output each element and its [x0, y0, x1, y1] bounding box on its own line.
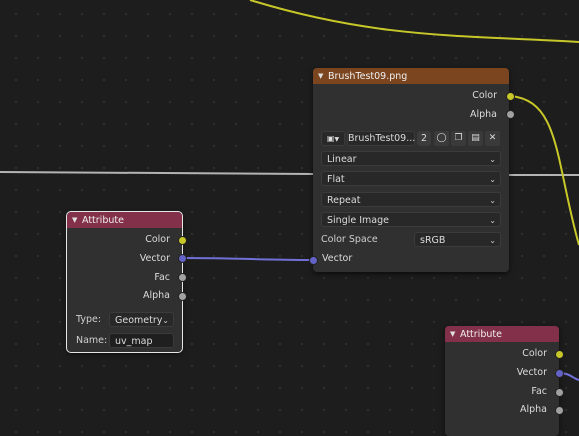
output-alpha-socket[interactable] — [555, 406, 564, 415]
image-browse-button[interactable]: ▣▼ — [321, 131, 345, 146]
output-alpha-socket[interactable] — [506, 110, 515, 119]
collapse-chevron-icon[interactable]: ▼ — [450, 330, 460, 338]
gray-link-left[interactable] — [0, 171, 314, 175]
color-space-dropdown[interactable]: sRGB ⌄ — [414, 232, 501, 247]
source-dropdown[interactable]: Single Image ⌄ — [321, 212, 501, 227]
chevron-down-icon: ⌄ — [489, 216, 496, 225]
source-value: Single Image — [327, 215, 389, 226]
output-color-label: Color — [472, 90, 497, 101]
output-color-label: Color — [145, 234, 170, 245]
node-title: Attribute — [460, 328, 502, 340]
attribute-node-left[interactable]: ▼ Attribute Color Vector Fac Alpha Type:… — [66, 211, 187, 353]
type-label: Type: — [76, 314, 102, 325]
input-vector-socket[interactable] — [309, 256, 318, 265]
color-space-value: sRGB — [420, 235, 446, 246]
output-vector-label: Vector — [139, 253, 170, 264]
extension-dropdown[interactable]: Repeat ⌄ — [321, 192, 501, 207]
output-fac-socket[interactable] — [178, 273, 187, 282]
node-title: Attribute — [82, 214, 124, 226]
chevron-down-icon: ⌄ — [162, 316, 169, 325]
collapse-chevron-icon[interactable]: ▼ — [72, 216, 82, 224]
vector-link-attr-to-texture[interactable] — [181, 257, 313, 261]
output-fac-label: Fac — [531, 386, 547, 397]
shader-link-top[interactable] — [249, 0, 579, 43]
output-vector-socket[interactable] — [555, 369, 564, 378]
output-color-socket[interactable] — [555, 350, 564, 359]
output-alpha-label: Alpha — [142, 290, 170, 301]
users-count[interactable]: 2 — [417, 131, 431, 146]
fake-user-shield-icon[interactable]: ◯ — [434, 131, 449, 146]
interpolation-dropdown[interactable]: Linear ⌄ — [321, 151, 501, 166]
collapse-chevron-icon[interactable]: ▼ — [318, 72, 328, 80]
close-icon[interactable]: ✕ — [485, 131, 500, 146]
color-link-texture-out[interactable] — [509, 95, 579, 246]
output-color-socket[interactable] — [178, 236, 187, 245]
input-vector-label: Vector — [322, 253, 353, 264]
output-alpha-socket[interactable] — [178, 292, 187, 301]
image-texture-node-header[interactable]: ▼ BrushTest09.png — [313, 68, 509, 84]
output-vector-label: Vector — [516, 367, 547, 378]
attribute-name-input[interactable]: uv_map — [109, 333, 174, 348]
type-dropdown[interactable]: Geometry ⌄ — [109, 312, 174, 327]
interpolation-value: Linear — [327, 154, 357, 165]
output-alpha-label: Alpha — [519, 404, 547, 415]
output-color-label: Color — [522, 348, 547, 359]
projection-dropdown[interactable]: Flat ⌄ — [321, 171, 501, 186]
image-name-field[interactable]: BrushTest09... — [347, 131, 415, 146]
color-space-label: Color Space — [321, 234, 378, 245]
extension-value: Repeat — [327, 195, 361, 206]
output-alpha-label: Alpha — [469, 109, 497, 120]
attribute-node-right[interactable]: ▼ Attribute Color Vector Fac Alpha — [445, 326, 564, 436]
name-label: Name: — [76, 335, 108, 346]
type-value: Geometry — [115, 315, 163, 326]
node-title: BrushTest09.png — [328, 70, 408, 82]
output-vector-socket[interactable] — [178, 254, 187, 263]
attribute-node-left-header[interactable]: ▼ Attribute — [67, 212, 182, 228]
chevron-down-icon: ▼ — [334, 136, 340, 143]
output-color-socket[interactable] — [506, 92, 515, 101]
chevron-down-icon: ⌄ — [489, 196, 496, 205]
projection-value: Flat — [327, 174, 345, 185]
duplicate-icon[interactable]: ❐ — [451, 131, 466, 146]
attribute-node-right-header[interactable]: ▼ Attribute — [445, 326, 559, 342]
chevron-down-icon: ⌄ — [489, 236, 496, 245]
output-fac-socket[interactable] — [555, 388, 564, 397]
open-folder-icon[interactable]: ▤ — [468, 131, 483, 146]
output-fac-label: Fac — [154, 272, 170, 283]
chevron-down-icon: ⌄ — [489, 155, 496, 164]
image-texture-node[interactable]: ▼ BrushTest09.png Color Alpha ▣▼ BrushTe… — [309, 68, 515, 272]
chevron-down-icon: ⌄ — [489, 175, 496, 184]
